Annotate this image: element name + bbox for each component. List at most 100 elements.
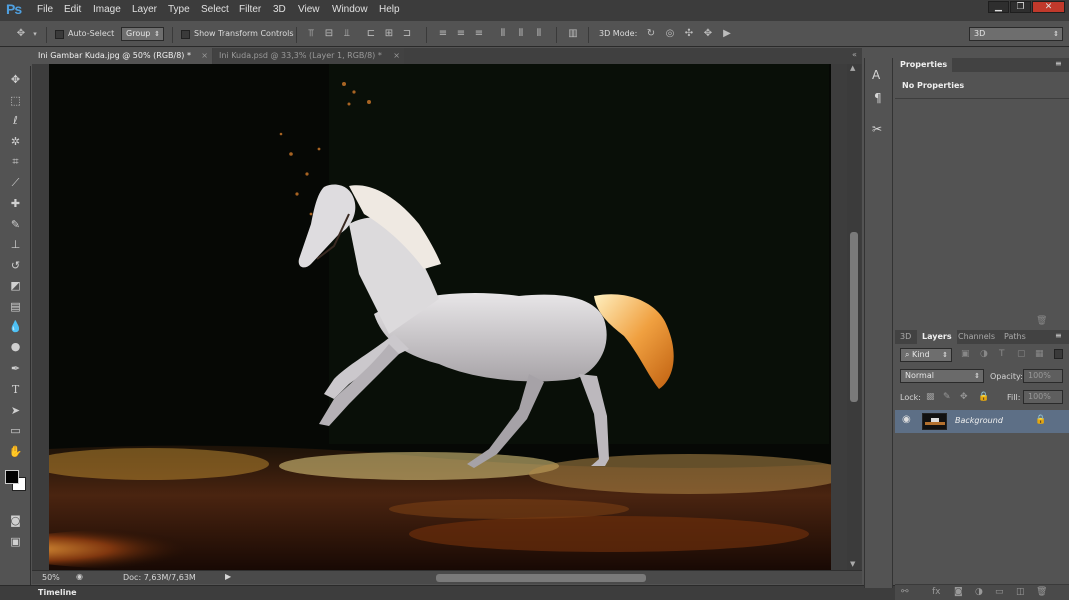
tab-properties[interactable]: Properties (895, 58, 953, 72)
menu-file[interactable]: File (37, 4, 53, 15)
menu-help[interactable]: Help (379, 4, 400, 15)
menu-edit[interactable]: Edit (64, 4, 81, 15)
distribute-top-icon[interactable]: ≡ (436, 28, 450, 40)
close-button[interactable]: ✕ (1032, 1, 1065, 13)
align-hcenter-icon[interactable]: ⊞ (382, 28, 396, 40)
new-layer-icon[interactable]: ◫ (1016, 587, 1025, 597)
lock-transparent-icon[interactable]: ▩ (926, 392, 935, 402)
align-vcenter-icon[interactable]: ⊟ (322, 28, 336, 40)
status-info-icon[interactable]: ◉ (76, 572, 83, 581)
close-tab-icon[interactable]: × (393, 48, 400, 64)
brush-tool-icon[interactable]: ✎ (7, 217, 24, 232)
lasso-tool-icon[interactable]: ℓ (7, 113, 24, 128)
layer-style-icon[interactable]: fx (932, 587, 941, 597)
transform-controls-checkbox[interactable] (181, 30, 190, 39)
quick-mask-icon[interactable]: ◙ (7, 513, 24, 528)
distribute-vcenter-icon[interactable]: ≡ (454, 28, 468, 40)
vertical-scrollbar[interactable]: ▲ ▼ (847, 64, 861, 570)
3d-slide-icon[interactable]: ✥ (701, 28, 715, 40)
dodge-tool-icon[interactable]: ● (7, 339, 24, 354)
filter-adjustment-icon[interactable]: ◑ (980, 349, 988, 359)
horizontal-scrollbar-thumb[interactable] (436, 574, 646, 582)
adjustment-layer-icon[interactable]: ◑ (975, 587, 983, 597)
minimize-button[interactable]: ▁ (988, 1, 1009, 13)
screen-mode-icon[interactable]: ▣ (7, 534, 24, 549)
move-tool-icon[interactable]: ✥ (7, 72, 24, 87)
layer-filter-dropdown[interactable]: ⌕ Kind ⇕ (900, 348, 952, 362)
shape-tool-icon[interactable]: ▭ (7, 423, 24, 438)
lock-position-icon[interactable]: ✥ (960, 392, 968, 402)
menu-view[interactable]: View (298, 4, 320, 15)
marquee-tool-icon[interactable]: ⬚ (7, 93, 24, 108)
tab-3d[interactable]: 3D (895, 330, 916, 344)
foreground-color-swatch[interactable] (5, 470, 19, 484)
document-canvas[interactable] (49, 64, 831, 570)
hand-tool-icon[interactable]: ✋ (7, 444, 24, 459)
tab-paths[interactable]: Paths (999, 330, 1031, 344)
scroll-down-icon[interactable]: ▼ (850, 560, 855, 568)
distribute-right-icon[interactable]: ⦀ (532, 28, 546, 40)
tab-channels[interactable]: Channels (953, 330, 1000, 344)
distribute-left-icon[interactable]: ⦀ (496, 28, 510, 40)
type-tool-icon[interactable]: T (7, 382, 24, 397)
menu-3d[interactable]: 3D (273, 4, 286, 15)
align-left-icon[interactable]: ⊏ (364, 28, 378, 40)
trash-icon[interactable]: 🗑 (1036, 316, 1047, 326)
3d-roll-icon[interactable]: ◎ (663, 28, 677, 40)
blur-tool-icon[interactable]: 💧 (7, 319, 24, 334)
align-bottom-icon[interactable]: ⫫ (340, 28, 354, 40)
opacity-field[interactable]: 100% (1023, 369, 1063, 383)
clone-stamp-tool-icon[interactable]: ⊥ (7, 237, 24, 252)
panel-menu-icon[interactable]: ≡ (1055, 59, 1062, 68)
layer-row-background[interactable]: ◉ Background 🔒 (895, 410, 1069, 433)
distribute-hcenter-icon[interactable]: ⦀ (514, 28, 528, 40)
lock-pixels-icon[interactable]: ✎ (943, 392, 951, 402)
eye-icon[interactable]: ◉ (902, 414, 911, 425)
history-brush-tool-icon[interactable]: ↺ (7, 258, 24, 273)
gradient-tool-icon[interactable]: ▤ (7, 299, 24, 314)
zoom-level[interactable]: 50% (42, 573, 60, 582)
group-icon[interactable]: ▭ (995, 587, 1004, 597)
fill-field[interactable]: 100% (1023, 390, 1063, 404)
scroll-up-icon[interactable]: ▲ (850, 64, 855, 72)
magic-wand-tool-icon[interactable]: ✲ (7, 134, 24, 149)
auto-align-layers-icon[interactable]: ▥ (566, 28, 580, 40)
blend-mode-dropdown[interactable]: Normal ⇕ (900, 369, 984, 383)
link-layers-icon[interactable]: ⚯ (901, 587, 909, 597)
menu-layer[interactable]: Layer (132, 4, 157, 15)
eyedropper-tool-icon[interactable]: ⟋ (7, 175, 24, 190)
paragraph-panel-icon[interactable]: ¶ (874, 91, 882, 105)
collapse-panels-icon[interactable]: « (852, 50, 857, 59)
tab-ini-gambar-kuda[interactable]: Ini Gambar Kuda.jpg @ 50% (RGB/8) * × (32, 48, 212, 64)
timeline-tab[interactable]: Timeline (38, 588, 77, 597)
tab-layers[interactable]: Layers (917, 330, 957, 344)
pen-tool-icon[interactable]: ✒ (7, 361, 24, 376)
align-top-icon[interactable]: ⫪ (304, 28, 318, 40)
tool-presets-icon[interactable]: ✂ (872, 122, 882, 136)
align-right-icon[interactable]: ⊐ (400, 28, 414, 40)
healing-brush-tool-icon[interactable]: ✚ (7, 196, 24, 211)
delete-layer-icon[interactable]: 🗑 (1036, 587, 1047, 597)
crop-tool-icon[interactable]: ⌗ (7, 154, 24, 169)
filter-pixel-icon[interactable]: ▣ (961, 349, 970, 359)
chevron-down-icon[interactable]: ▾ (30, 28, 40, 40)
menu-window[interactable]: Window (332, 4, 368, 15)
add-mask-icon[interactable]: ◙ (954, 587, 963, 597)
menu-filter[interactable]: Filter (239, 4, 261, 15)
menu-select[interactable]: Select (201, 4, 229, 15)
filter-toggle[interactable] (1054, 349, 1063, 359)
vertical-scrollbar-thumb[interactable] (850, 232, 858, 402)
lock-all-icon[interactable]: 🔒 (978, 392, 989, 402)
menu-type[interactable]: Type (168, 4, 190, 15)
filter-smart-object-icon[interactable]: ▦ (1035, 349, 1044, 359)
status-menu-arrow-icon[interactable]: ▶ (225, 572, 231, 581)
distribute-bottom-icon[interactable]: ≡ (472, 28, 486, 40)
menu-image[interactable]: Image (93, 4, 121, 15)
filter-shape-icon[interactable]: ▢ (1017, 349, 1026, 359)
3d-pan-icon[interactable]: ✣ (682, 28, 696, 40)
3d-rotate-icon[interactable]: ↻ (644, 28, 658, 40)
panel-menu-icon[interactable]: ≡ (1055, 331, 1062, 340)
3d-scale-icon[interactable]: ▶ (720, 28, 734, 40)
move-tool-preset-icon[interactable]: ✥ (14, 28, 28, 40)
workspace-dropdown[interactable]: 3D ⇕ (969, 27, 1063, 41)
